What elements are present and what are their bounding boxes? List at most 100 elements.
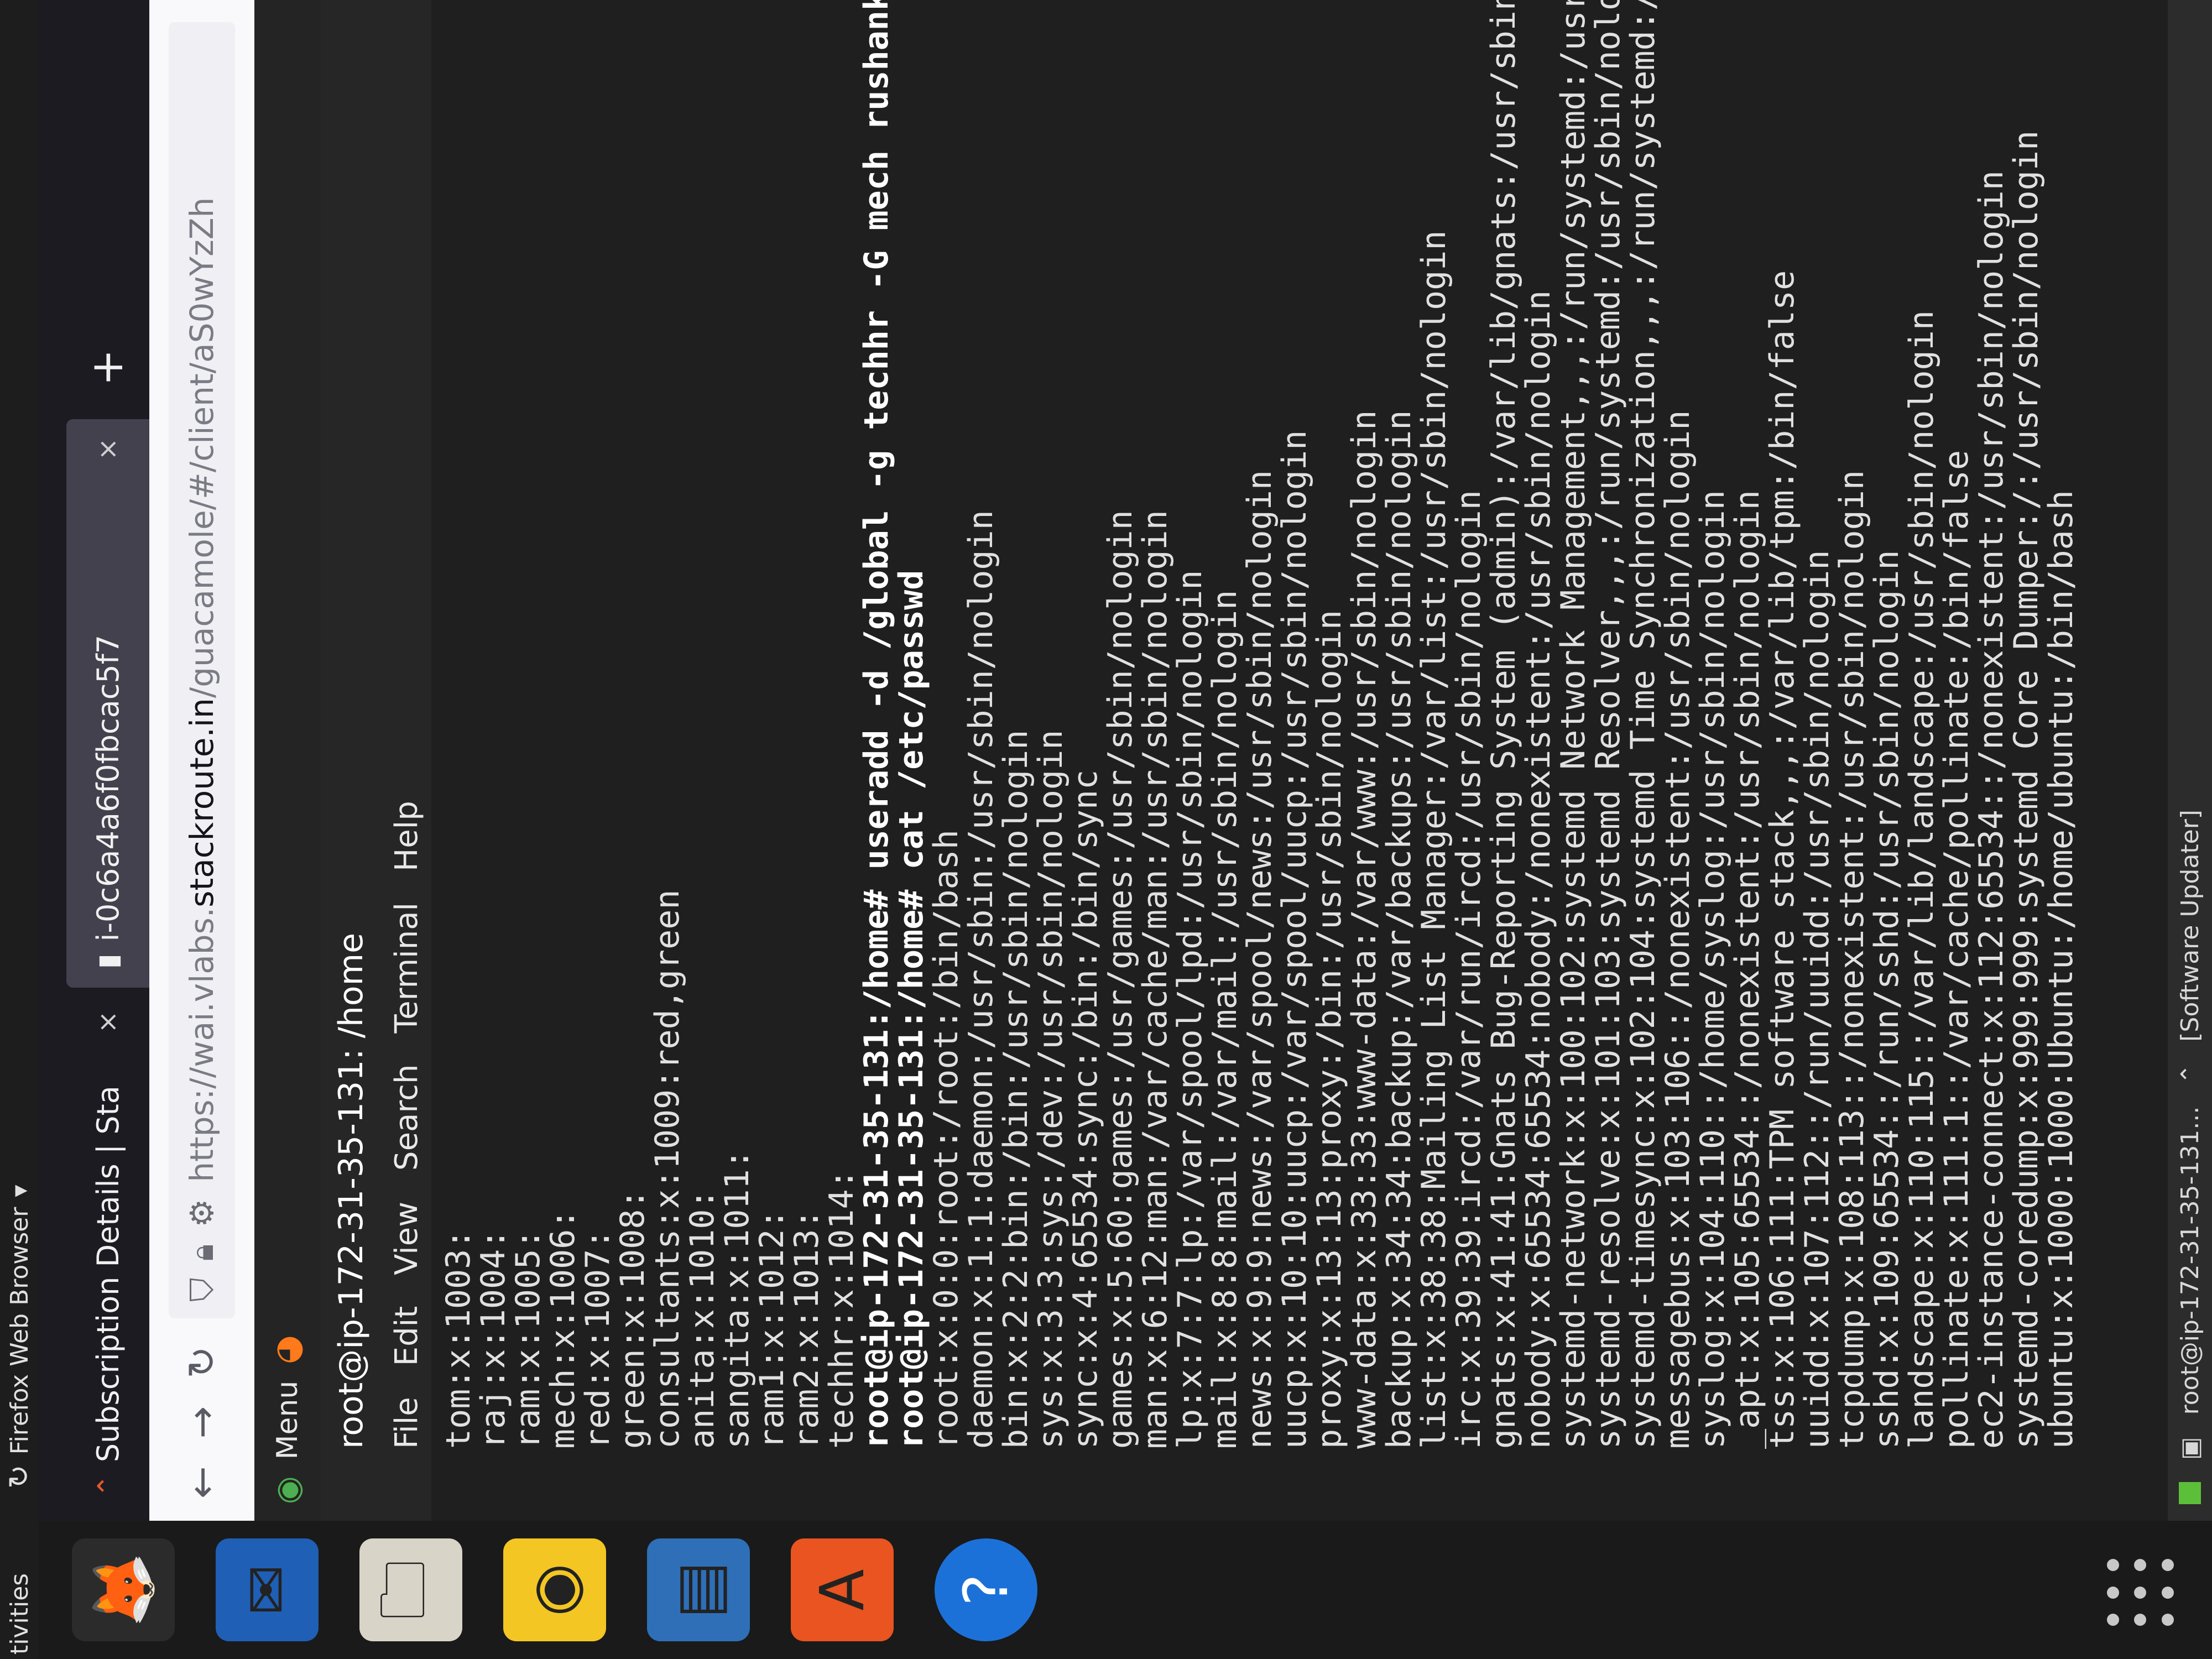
thunderbird-icon[interactable]: ✉ (216, 1538, 319, 1641)
menu-terminal[interactable]: Terminal (389, 902, 425, 1034)
menu-search[interactable]: Search (389, 1065, 425, 1171)
terminal-output-line: list:x:38:38:Mailing List Manager:/var/l… (1415, 230, 1453, 1449)
lock-icon[interactable]: 🔒︎ (183, 1244, 221, 1261)
terminal-favicon-icon: ▮ (92, 953, 124, 969)
permissions-icon[interactable]: ⚙ (183, 1199, 221, 1228)
dock: 🦊 ✉ 🗀 ◉ ▤ A? (39, 1521, 2212, 1659)
terminal-output-line: systemd-timesync:x:102:104:systemd Time … (1624, 0, 1662, 1449)
terminal-taskbar-icon: ▣ (2176, 1437, 2204, 1460)
tab-strip: ⌃ Subscription Details | Sta × ▮ i-0c6a4… (39, 0, 149, 1521)
url-prefix: https://wai.vlabs. (183, 907, 221, 1182)
terminal-output-line: syslog:x:104:110::/home/syslog:/usr/sbin… (1693, 490, 1732, 1449)
terminal-output-line: messagebus:x:103:106::/nonexistent:/usr/… (1658, 410, 1697, 1449)
back-button[interactable]: ← (179, 1466, 225, 1499)
terminal-output-line: mail:x:8:8:mail:/var/mail:/usr/sbin/nolo… (1206, 589, 1244, 1449)
mint-menu-icon[interactable]: ◉ (269, 1476, 306, 1504)
app-menu-label: Firefox Web Browser (5, 1207, 34, 1455)
terminal-output-line: landscape:x:110:115::/var/lib/landscape:… (1902, 310, 1941, 1449)
reload-button[interactable]: ↻ (179, 1346, 225, 1379)
terminal-output-line: ram1:x:1012: (753, 1209, 791, 1449)
terminal-output-line: sangita:x:1011: (718, 1149, 757, 1449)
terminal-output-line: tom:x:1003: (439, 1229, 478, 1449)
terminal-output-line: lp:x:7:7:lp:/var/spool/lpd:/usr/sbin/nol… (1171, 570, 1209, 1449)
terminal-output-line: daemon:x:1:1:daemon:/usr/sbin:/usr/sbin/… (962, 510, 1000, 1449)
terminal-output-line: ram:x:1005: (509, 1229, 547, 1449)
terminal-output-line: _apt:x:105:65534::/nonexistent:/usr/sbin… (1728, 490, 1767, 1449)
terminal-output[interactable]: tom:x:1003: raj:x:1004: ram:x:1005: mech:x:… (431, 0, 2212, 1521)
navigation-toolbar: ← → ↻ ⛉ 🔒︎ ⚙ https://wai.vlabs.stackrout… (149, 0, 254, 1521)
stackroute-favicon-icon: ⌃ (92, 1474, 124, 1498)
terminal-output-line: sshd:x:109:65534::/run/sshd:/usr/sbin/no… (1867, 550, 1906, 1449)
gnome-top-bar: tivities ↻ Firefox Web Browser ▾ (0, 0, 39, 1659)
menu-edit[interactable]: Edit (389, 1306, 425, 1366)
terminal-output-line: www-data:x:33:33:www-data:/var/www:/usr/… (1345, 410, 1384, 1449)
remote-desktop-panel: ◉ Menu ◕ (254, 0, 321, 1521)
terminal-output-line: gnats:x:41:41:Gnats Bug-Reporting System… (1484, 0, 1523, 1449)
terminal-output-line: systemd-coredump:x:999:999:systemd Core … (2007, 130, 2046, 1449)
tab-title: i-0c6a4a6f0fbcac5f7 (90, 634, 126, 942)
terminal-output-line: irc:x:39:39:ircd:/var/run/ircd:/usr/sbin… (1449, 490, 1488, 1449)
menu-view[interactable]: View (389, 1202, 425, 1275)
terminal-output-line: consultants:x:1009:red,green (648, 889, 687, 1449)
terminal-output-line: mech:x:1006: (544, 1209, 582, 1449)
shield-icon[interactable]: ⛉ (183, 1278, 221, 1302)
close-icon[interactable]: × (92, 438, 123, 460)
terminal-output-line: uucp:x:10:10:uucp:/var/spool/uucp:/usr/s… (1275, 430, 1314, 1449)
rotated-screen: tivities ↻ Firefox Web Browser ▾ 🦊 ✉ 🗀 ◉ ▤ A?… (0, 0, 2212, 1659)
terminal-output-line: man:x:6:12:man:/var/cache/man:/usr/sbin/… (1136, 510, 1175, 1449)
terminal-output-line: techhr:x:1014: (822, 1169, 861, 1449)
terminal-output-line: raj:x:1004: (474, 1229, 513, 1449)
terminal-output-line: backup:x:34:34:backup:/var/backups:/usr/… (1380, 410, 1418, 1449)
terminal-output-line: proxy:x:13:13:proxy:/bin:/usr/sbin/nolog… (1310, 609, 1349, 1449)
workspace-indicator-icon[interactable] (2179, 1482, 2201, 1504)
software-icon[interactable]: A (791, 1538, 894, 1641)
terminal-output-line: games:x:5:60:games:/usr/games:/usr/sbin/… (1101, 510, 1140, 1449)
menu-label[interactable]: Menu (271, 1381, 304, 1460)
menu-file[interactable]: File (389, 1397, 425, 1449)
terminal-output-line: anita:x:1010: (683, 1189, 722, 1449)
terminal-menubar: File Edit View Search Terminal Help (382, 0, 431, 1521)
tab-subscription-details[interactable]: ⌃ Subscription Details | Sta × (66, 992, 149, 1516)
remote-taskbar: ▣ root@ip-172-31-35-131... ⌃ [Software U… (2168, 0, 2212, 1521)
new-tab-button[interactable]: + (81, 349, 133, 386)
terminal-title: root@ip-172-31-35-131: /home (321, 0, 382, 1521)
terminal-output-line: systemd-resolve:x:101:103:systemd Resolv… (1589, 0, 1627, 1449)
terminal-output-line: ram2:x:1013: (787, 1209, 826, 1449)
terminal-output-line: uuidd:x:107:112::/run/uuidd:/usr/sbin/no… (1798, 550, 1837, 1449)
taskbar-window-label[interactable]: root@ip-172-31-35-131... (2176, 1107, 2204, 1415)
rhythmbox-icon[interactable]: ◉ (503, 1538, 606, 1641)
close-icon[interactable]: × (92, 1011, 123, 1033)
terminal-output-line: tcpdump:x:108:113::/nonexistent:/usr/sbi… (1833, 469, 1871, 1449)
show-applications-button[interactable] (2107, 1554, 2179, 1626)
activities-button[interactable]: tivities (6, 1511, 34, 1659)
terminal-output-line: ec2-instance-connect:x:112:65534::/nonex… (1972, 170, 2011, 1449)
terminal-output-line: ubuntu:x:1000:1000:Ubuntu:/home/ubuntu:/… (2042, 490, 2080, 1449)
files-icon[interactable]: 🗀 (359, 1538, 462, 1641)
forward-button[interactable]: → (179, 1406, 225, 1439)
chevron-down-icon: ▾ (5, 1185, 34, 1197)
firefox-window: ⌃ Subscription Details | Sta × ▮ i-0c6a4… (39, 0, 2212, 1521)
terminal-output-line: red:x:1007: (578, 1229, 617, 1449)
terminal-output-line: news:x:9:9:news:/var/spool/news:/usr/sbi… (1240, 469, 1279, 1449)
app-menu[interactable]: ↻ Firefox Web Browser ▾ (3, 1185, 36, 1489)
taskbar-updater-label[interactable]: [Software Updater] (2176, 810, 2204, 1042)
help-icon[interactable]: ? (935, 1538, 1037, 1641)
tab-title: Subscription Details | Sta (90, 1086, 126, 1463)
firefox-launcher-icon[interactable]: ◕ (268, 1335, 307, 1364)
tab-instance[interactable]: ▮ i-0c6a4a6f0fbcac5f7 × (66, 419, 149, 988)
terminal-output-line: systemd-network:x:100:102:systemd Networ… (1554, 0, 1593, 1449)
firefox-icon[interactable]: 🦊 (72, 1538, 175, 1641)
writer-icon[interactable]: ▤ (647, 1538, 750, 1641)
terminal-output-line: sys:x:3:3:sys:/dev:/usr/sbin/nologin (1031, 729, 1070, 1449)
up-arrow-icon: ⌃ (2176, 1063, 2204, 1084)
url-path: /guacamole/#/client/aS0wYzZh (183, 197, 221, 698)
terminal-output-line: root:x:0:0:root:/root:/bin/bash (927, 830, 966, 1449)
menu-help[interactable]: Help (389, 801, 425, 872)
terminal-command-line: root@ip-172-31-35-131:/home# cat /etc/pa… (892, 570, 931, 1449)
url-bar[interactable]: ⛉ 🔒︎ ⚙ https://wai.vlabs.stackroute.in/g… (169, 22, 235, 1319)
terminal-output-line: nobody:x:65534:65534:nobody:/nonexistent… (1519, 290, 1558, 1449)
url-host: stackroute.in (183, 698, 221, 907)
terminal-output-line: sync:x:4:65534:sync:/bin:/bin/sync (1066, 769, 1105, 1449)
firefox-app-icon: ↻ (3, 1464, 36, 1489)
terminal-output-line: pollinate:x:111:1::/var/cache/pollinate:… (1937, 450, 1976, 1449)
